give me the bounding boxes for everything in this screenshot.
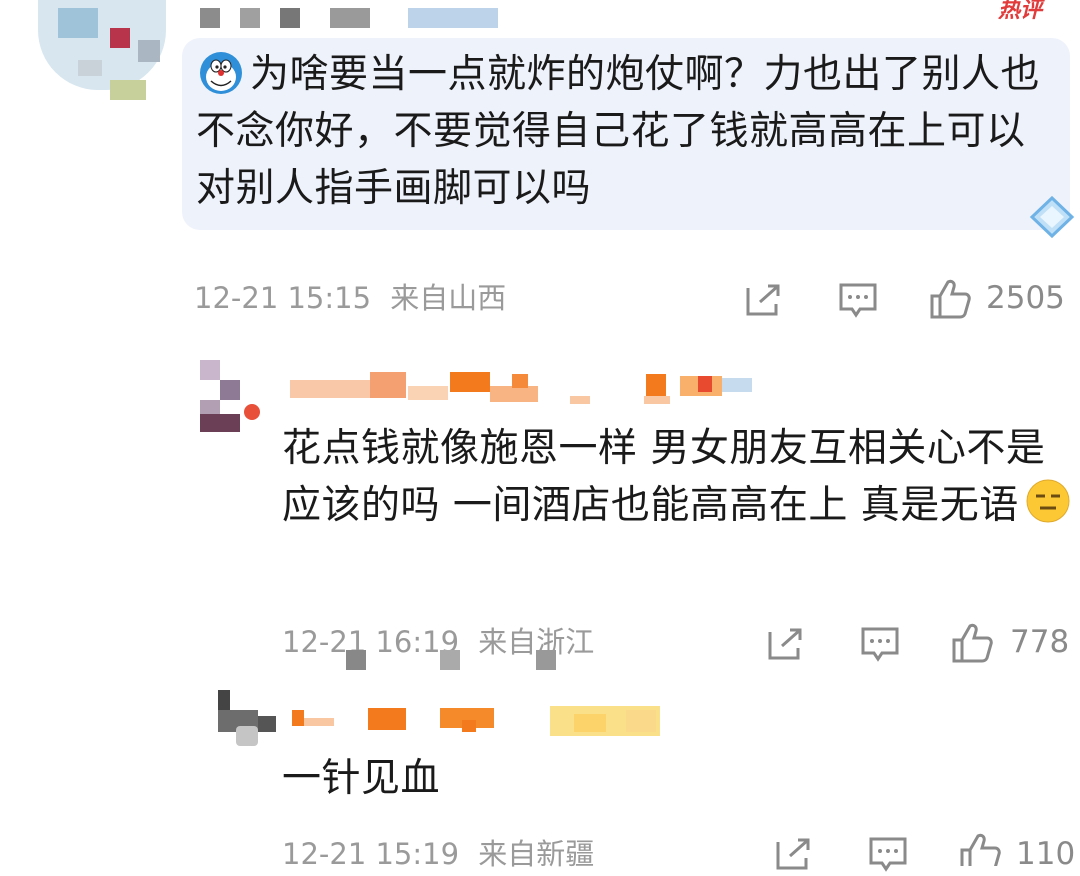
share-icon[interactable] bbox=[766, 626, 806, 662]
like-count: 778 bbox=[1010, 624, 1070, 660]
diamond-badge-icon bbox=[1026, 194, 1078, 240]
comment-meta: 12-21 15:15 来自山西 bbox=[194, 280, 506, 316]
username-censored[interactable] bbox=[290, 372, 760, 406]
avatar[interactable] bbox=[200, 360, 262, 434]
comment-icon[interactable] bbox=[860, 626, 900, 662]
thumbs-up-icon bbox=[958, 832, 1002, 866]
reply-text: 花点钱就像施恩一样 男女朋友互相关心不是应该的吗 一间酒店也能高高在上 真是无语 bbox=[282, 420, 1072, 534]
like-count: 110 bbox=[1016, 836, 1076, 866]
expressionless-face-emoji bbox=[1025, 478, 1071, 524]
username-censored[interactable] bbox=[200, 6, 500, 32]
like-button[interactable]: 2505 bbox=[928, 276, 1078, 320]
like-count: 2505 bbox=[986, 280, 1065, 316]
avatar[interactable] bbox=[38, 0, 166, 100]
share-icon[interactable] bbox=[744, 282, 784, 318]
like-button[interactable]: 778 bbox=[950, 620, 1078, 664]
reply-meta: 12-21 15:19 来自新疆 bbox=[282, 836, 594, 872]
comment-icon[interactable] bbox=[838, 282, 878, 318]
comment-text: 为啥要当一点就炸的炮仗啊？力也出了别人也不念你好，不要觉得自己花了钱就高高在上可… bbox=[196, 52, 1041, 211]
avatar[interactable] bbox=[218, 690, 278, 756]
thumbs-up-icon bbox=[928, 278, 972, 320]
hot-badge: 热评 bbox=[998, 0, 1043, 22]
reply-text: 一针见血 bbox=[282, 756, 441, 801]
censor-overlay bbox=[346, 650, 586, 672]
username-censored[interactable] bbox=[292, 706, 664, 736]
thumbs-up-icon bbox=[950, 622, 994, 664]
share-icon[interactable] bbox=[774, 836, 814, 870]
location: 来自山西 bbox=[390, 281, 507, 315]
timestamp: 12-21 15:15 bbox=[194, 281, 372, 315]
comment-icon[interactable] bbox=[868, 836, 908, 872]
like-button[interactable]: 110 bbox=[958, 830, 1078, 866]
